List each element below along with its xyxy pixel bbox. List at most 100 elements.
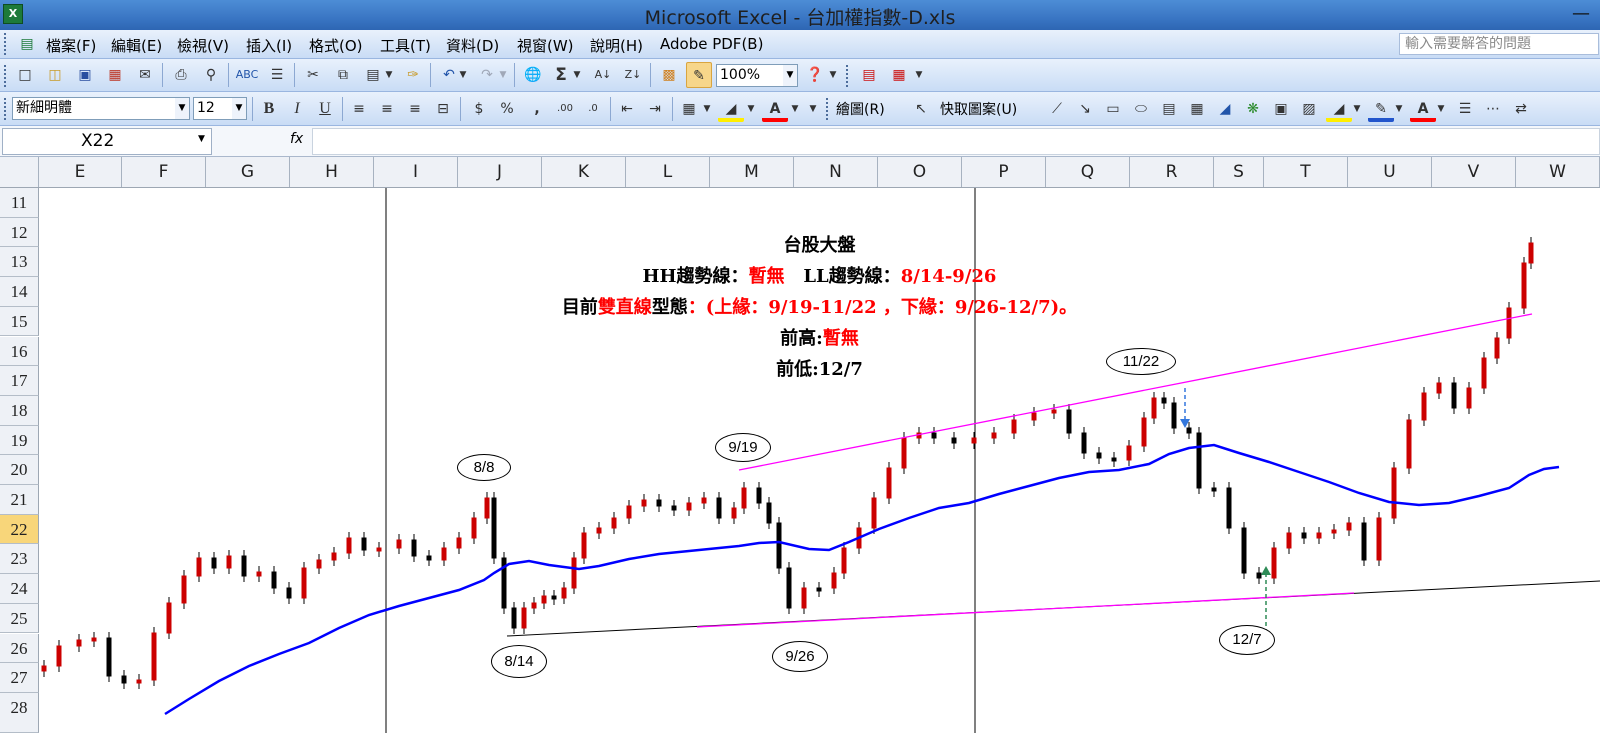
font-size-combo[interactable]: 12 ▼ bbox=[193, 97, 247, 120]
decrease-decimal-icon[interactable]: .0 bbox=[580, 96, 606, 122]
name-box[interactable]: X22 bbox=[2, 128, 212, 155]
column-header[interactable]: F bbox=[122, 157, 206, 187]
paste-options-dropdown-icon[interactable]: ▼ bbox=[382, 62, 396, 88]
clip-art-icon[interactable]: ❋ bbox=[1240, 96, 1266, 122]
toolbar-options-icon[interactable]: ▼ bbox=[806, 96, 820, 122]
bold-icon[interactable]: B bbox=[256, 96, 282, 122]
drawing-font-color-dropdown-icon[interactable]: ▼ bbox=[1434, 96, 1448, 122]
column-header[interactable]: N bbox=[794, 157, 878, 187]
comma-style-icon[interactable]: , bbox=[524, 96, 550, 122]
sort-descending-icon[interactable]: Z↓ bbox=[620, 62, 646, 88]
borders-icon[interactable]: ▦ bbox=[676, 96, 702, 122]
column-header[interactable]: E bbox=[39, 157, 122, 187]
row-header[interactable]: 20 bbox=[0, 455, 39, 485]
callout-11-22[interactable]: 11/22 bbox=[1106, 348, 1176, 375]
align-center-icon[interactable]: ≡ bbox=[374, 96, 400, 122]
menu-insert[interactable]: 插入(I) bbox=[246, 35, 292, 56]
oval-tool-icon[interactable]: ⬭ bbox=[1128, 96, 1154, 122]
menu-format[interactable]: 格式(O) bbox=[309, 35, 363, 56]
row-header[interactable]: 13 bbox=[0, 247, 39, 278]
menu-adobe-pdf[interactable]: Adobe PDF(B) bbox=[660, 35, 763, 53]
help-search-input[interactable]: 輸入需要解答的問題 bbox=[1399, 33, 1599, 55]
column-header[interactable]: R bbox=[1130, 157, 1214, 187]
shape-fill-dropdown-icon[interactable]: ▼ bbox=[1350, 96, 1364, 122]
formula-input[interactable] bbox=[312, 128, 1600, 155]
select-objects-icon[interactable]: ↖ bbox=[908, 96, 934, 122]
save-icon[interactable]: ▣ bbox=[72, 62, 98, 88]
chevron-down-icon[interactable]: ▼ bbox=[232, 98, 246, 119]
row-header[interactable]: 23 bbox=[0, 544, 39, 575]
toolbar-options-icon[interactable]: ▼ bbox=[826, 62, 840, 88]
spelling-icon[interactable]: ABC bbox=[234, 62, 260, 88]
open-folder-icon[interactable]: ◫ bbox=[42, 62, 68, 88]
new-file-icon[interactable]: □ bbox=[12, 62, 38, 88]
draw-menu-button[interactable]: 繪圖(R) bbox=[836, 99, 885, 119]
menu-window[interactable]: 視窗(W) bbox=[517, 35, 574, 56]
menu-data[interactable]: 資料(D) bbox=[446, 35, 499, 56]
column-header[interactable]: L bbox=[626, 157, 710, 187]
align-right-icon[interactable]: ≡ bbox=[402, 96, 428, 122]
row-header[interactable]: 12 bbox=[0, 217, 39, 248]
help-icon[interactable]: ❓ bbox=[802, 62, 828, 88]
font-color-dropdown-icon[interactable]: ▼ bbox=[788, 96, 802, 122]
line-color-icon[interactable]: ✎ bbox=[1368, 96, 1394, 122]
toolbar-grip[interactable] bbox=[4, 65, 7, 87]
undo-dropdown-icon[interactable]: ▼ bbox=[456, 62, 470, 88]
insert-picture-icon[interactable]: ▣ bbox=[1268, 96, 1294, 122]
insert-function-icon[interactable]: fx bbox=[290, 131, 303, 147]
shape-fill-color-icon[interactable]: ◢ bbox=[1326, 96, 1352, 122]
dash-style-icon[interactable]: ⋯ bbox=[1480, 96, 1506, 122]
fill-color-dropdown-icon[interactable]: ▼ bbox=[744, 96, 758, 122]
redo-dropdown-icon[interactable]: ▼ bbox=[496, 62, 510, 88]
arrow-style-icon[interactable]: ⇄ bbox=[1508, 96, 1534, 122]
callout-12-7[interactable]: 12/7 bbox=[1219, 625, 1275, 655]
menu-view[interactable]: 檢視(V) bbox=[177, 35, 229, 56]
row-header[interactable]: 15 bbox=[0, 306, 39, 337]
name-box-dropdown-icon[interactable]: ▼ bbox=[198, 134, 205, 144]
row-header[interactable]: 17 bbox=[0, 366, 39, 396]
toolbar-grip[interactable] bbox=[4, 33, 7, 55]
row-header[interactable]: 24 bbox=[0, 574, 39, 604]
column-header[interactable]: Q bbox=[1046, 157, 1130, 187]
row-header[interactable]: 11 bbox=[0, 188, 39, 218]
toolbar-grip[interactable] bbox=[826, 98, 829, 120]
menu-help[interactable]: 說明(H) bbox=[590, 35, 643, 56]
row-header[interactable]: 18 bbox=[0, 395, 39, 426]
minimize-icon[interactable]: — bbox=[1568, 2, 1594, 26]
column-header[interactable]: V bbox=[1432, 157, 1516, 187]
currency-style-icon[interactable]: $ bbox=[466, 96, 492, 122]
row-header[interactable]: 16 bbox=[0, 336, 39, 367]
chevron-down-icon[interactable]: ▼ bbox=[783, 65, 797, 86]
print-preview-icon[interactable]: ⚲ bbox=[198, 62, 224, 88]
format-painter-icon[interactable]: ✑ bbox=[400, 62, 426, 88]
row-header[interactable]: 27 bbox=[0, 663, 39, 693]
autoshapes-menu-button[interactable]: 快取圖案(U) bbox=[940, 99, 1017, 119]
toolbar-grip[interactable] bbox=[4, 98, 7, 120]
row-header[interactable]: 28 bbox=[0, 692, 39, 733]
email-icon[interactable]: ✉ bbox=[132, 62, 158, 88]
chevron-down-icon[interactable]: ▼ bbox=[175, 98, 189, 119]
callout-9-26[interactable]: 9/26 bbox=[772, 641, 828, 672]
print-icon[interactable]: ⎙ bbox=[168, 62, 194, 88]
convert-to-pdf-icon[interactable]: ▤ bbox=[856, 62, 882, 88]
row-header[interactable]: 14 bbox=[0, 277, 39, 307]
column-header[interactable]: G bbox=[206, 157, 290, 187]
column-header[interactable]: O bbox=[878, 157, 962, 187]
copy-icon[interactable]: ⧉ bbox=[330, 62, 356, 88]
convert-and-email-pdf-icon[interactable]: ▦ bbox=[886, 62, 912, 88]
insert-image-icon[interactable]: ▨ bbox=[1296, 96, 1322, 122]
select-all-corner[interactable] bbox=[0, 157, 39, 187]
line-tool-icon[interactable]: ⟋ bbox=[1044, 96, 1070, 122]
menu-tools[interactable]: 工具(T) bbox=[380, 35, 431, 56]
row-header-selected[interactable]: 22 bbox=[0, 514, 39, 545]
menu-file[interactable]: 檔案(F) bbox=[46, 35, 96, 56]
row-header[interactable]: 25 bbox=[0, 603, 39, 634]
line-style-icon[interactable]: ☰ bbox=[1452, 96, 1478, 122]
borders-dropdown-icon[interactable]: ▼ bbox=[700, 96, 714, 122]
row-header[interactable]: 21 bbox=[0, 485, 39, 515]
drawing-icon[interactable]: ✎ bbox=[686, 62, 712, 88]
increase-indent-icon[interactable]: ⇥ bbox=[642, 96, 668, 122]
text-box-icon[interactable]: ▤ bbox=[1156, 96, 1182, 122]
column-header[interactable]: P bbox=[962, 157, 1046, 187]
arrow-tool-icon[interactable]: ↘ bbox=[1072, 96, 1098, 122]
